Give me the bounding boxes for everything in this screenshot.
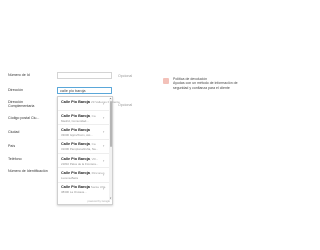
suggestion-item[interactable]: Calle Pio Baroja 33006 Gijón/Xixón, Ast.…: [58, 126, 109, 140]
address-label: Dirección: [8, 88, 23, 92]
suggestion-item[interactable]: Calle Pio Baroja, Ca Madrid, Comunidad..…: [58, 111, 109, 126]
suggestion-item[interactable]: Calle Pio Baroja, Ca 31006 Pamplona/Iruñ…: [58, 140, 109, 155]
refund-policy-icon: [163, 78, 169, 84]
suggestion-item[interactable]: Calle Pio Baroja, Rincones Lucena-Baza ›: [58, 169, 109, 183]
address-suggestions-dropdown: Calle Pio Baroja 29 Vallecas Poniente › …: [57, 96, 120, 205]
chevron-right-icon: ›: [103, 143, 105, 149]
chevron-right-icon: ›: [103, 186, 105, 192]
address-complement-label: Dirección Complementaria: [8, 100, 35, 109]
identification-label: Número de Identificación: [8, 169, 48, 173]
city-label: Ciudad: [8, 130, 20, 134]
scrollbar-thumb[interactable]: [109, 101, 112, 147]
suggestion-item[interactable]: Calle Pio Baroja, Vill... 21810 Palos de…: [58, 154, 109, 169]
suggestions-scrollbar[interactable]: ▲ ▼: [109, 97, 112, 200]
chevron-right-icon: ›: [103, 157, 105, 163]
postcode-label: Código postal Ciu...: [8, 116, 40, 120]
tax-id-label: Número de Id: [8, 73, 30, 77]
tax-id-input[interactable]: [57, 72, 112, 79]
chevron-right-icon: ›: [103, 172, 105, 177]
country-label: País: [8, 144, 16, 148]
powered-by-google: powered by Google: [87, 200, 111, 203]
address-input[interactable]: calle pio baroja: [57, 87, 112, 94]
chevron-right-icon: ›: [103, 129, 105, 135]
suggestion-item[interactable]: Calle Pio Baroja 29 Vallecas Poniente ›: [58, 97, 120, 112]
suggestion-item[interactable]: Calle Pio Baroja Santa Uña 38300 La Orot…: [58, 183, 109, 197]
phone-label: Teléfono: [8, 157, 22, 161]
address-complement-optional: Opcional: [118, 103, 133, 107]
chevron-right-icon: ›: [103, 114, 105, 120]
policy-text-line: seguridad y confianza para el cliente: [173, 85, 230, 90]
chevron-right-icon: ›: [103, 100, 105, 106]
tax-id-optional: Opcional: [118, 74, 133, 78]
